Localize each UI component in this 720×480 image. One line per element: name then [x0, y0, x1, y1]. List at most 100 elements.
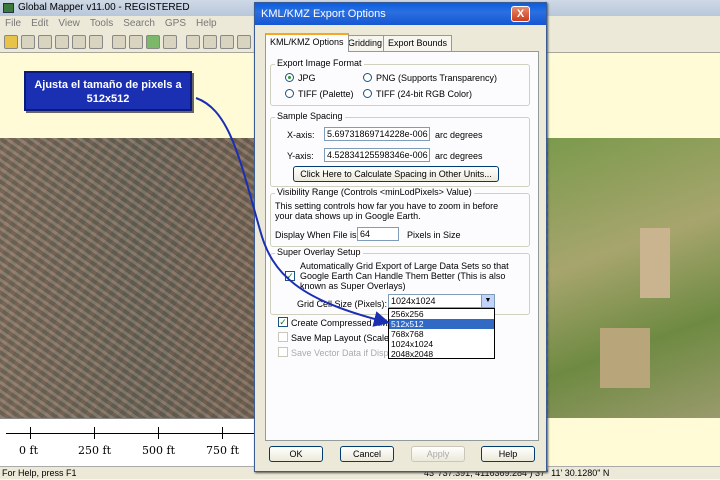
home-icon[interactable]: [186, 35, 200, 49]
menu-file[interactable]: File: [0, 16, 26, 31]
select-icon[interactable]: [203, 35, 217, 49]
group-title: Super Overlay Setup: [275, 247, 363, 257]
x-axis-input[interactable]: 5.69731869714228e-006: [324, 127, 430, 141]
zoom-full-icon[interactable]: [146, 35, 160, 49]
scale-bar: 0 ft 250 ft 500 ft 750 ft: [0, 418, 290, 466]
group-visibility-range: Visibility Range (Controls <minLodPixels…: [270, 187, 530, 247]
app-title: Global Mapper v11.00 - REGISTERED: [18, 2, 190, 13]
radio-tiff-palette[interactable]: TIFF (Palette): [285, 89, 354, 99]
dialog-title: KML/KMZ Export Options: [261, 8, 386, 20]
callout-line-1: Ajusta el tamaño de pixels a: [34, 79, 182, 91]
menu-view[interactable]: View: [53, 16, 85, 31]
open-folder-icon[interactable]: [4, 35, 18, 49]
dropdown-option[interactable]: 1024x1024: [389, 339, 494, 349]
radio-png-label: PNG (Supports Transparency): [376, 73, 498, 83]
menu-search[interactable]: Search: [118, 16, 160, 31]
create-compressed-checkbox[interactable]: ✓: [278, 317, 288, 327]
help-button[interactable]: Help: [481, 446, 535, 462]
layers-icon[interactable]: [55, 35, 69, 49]
x-axis-unit: arc degrees: [435, 130, 483, 140]
tab-gridding[interactable]: Gridding: [343, 35, 388, 51]
save-layout-checkbox[interactable]: [278, 332, 288, 342]
radio-selected-icon: [285, 73, 294, 82]
scale-tick: [30, 427, 31, 439]
map-field-patch-2: [600, 328, 650, 388]
map-field-patch: [640, 228, 670, 298]
chevron-down-icon[interactable]: ▼: [481, 295, 494, 307]
zoom-out-icon[interactable]: [129, 35, 143, 49]
y-axis-unit: arc degrees: [435, 151, 483, 161]
measure-icon[interactable]: [220, 35, 234, 49]
calculate-spacing-button[interactable]: Click Here to Calculate Spacing in Other…: [293, 166, 499, 182]
radio-tiff-palette-label: TIFF (Palette): [298, 89, 354, 99]
pixels-unit: Pixels in Size: [407, 230, 461, 240]
y-axis-label: Y-axis:: [287, 151, 314, 161]
scale-label: 500 ft: [142, 444, 175, 457]
close-icon[interactable]: X: [511, 6, 530, 22]
radio-png[interactable]: PNG (Supports Transparency): [363, 73, 497, 83]
grid-cell-size-value: 1024x1024: [391, 296, 436, 306]
super-overlay-checkbox[interactable]: ✓: [285, 271, 295, 281]
dialog-title-bar[interactable]: KML/KMZ Export Options X: [255, 3, 546, 25]
group-image-format: Export Image Format JPG PNG (Supports Tr…: [270, 58, 530, 106]
grid-cell-size-label: Grid Cell Size (Pixels):: [297, 299, 388, 309]
cancel-button[interactable]: Cancel: [340, 446, 394, 462]
group-sample-spacing: Sample Spacing X-axis: 5.69731869714228e…: [270, 111, 530, 187]
print-icon[interactable]: [38, 35, 52, 49]
config-icon[interactable]: [72, 35, 86, 49]
visibility-desc-2: your data shows up in Google Earth.: [275, 211, 421, 221]
apply-button[interactable]: Apply: [411, 446, 465, 462]
tab-export-bounds[interactable]: Export Bounds: [383, 35, 453, 51]
radio-tiff-rgb[interactable]: TIFF (24-bit RGB Color): [363, 89, 472, 99]
tools-icon[interactable]: [89, 35, 103, 49]
callout-line-2: 512x512: [86, 93, 130, 105]
save-layout-label: Save Map Layout (Scale/M: [291, 333, 400, 343]
radio-icon: [285, 89, 294, 98]
scale-tick: [222, 427, 223, 439]
radio-jpg[interactable]: JPG: [285, 73, 316, 83]
app-globe-icon: [3, 3, 14, 13]
scale-label: 0 ft: [19, 444, 38, 457]
radio-icon: [363, 73, 372, 82]
radio-icon: [363, 89, 372, 98]
radio-jpg-label: JPG: [298, 73, 316, 83]
pan-icon[interactable]: [163, 35, 177, 49]
create-compressed-label: Create Compressed KMZ F: [291, 318, 402, 328]
digitize-icon[interactable]: [237, 35, 251, 49]
scale-tick: [94, 427, 95, 439]
tab-kml-options[interactable]: KML/KMZ Options: [265, 33, 349, 52]
status-help-text: For Help, press F1: [2, 468, 77, 478]
dropdown-option[interactable]: 768x768: [389, 329, 494, 339]
y-axis-input[interactable]: 4.52834125598346e-006: [324, 148, 430, 162]
group-title: Sample Spacing: [275, 111, 345, 121]
display-when-label: Display When File is: [275, 230, 357, 240]
scale-label: 250 ft: [78, 444, 111, 457]
grid-cell-size-select[interactable]: 1024x1024 ▼: [388, 294, 495, 308]
x-axis-label: X-axis:: [287, 130, 315, 140]
save-icon[interactable]: [21, 35, 35, 49]
grid-cell-size-dropdown: 256x256 512x512 768x768 1024x1024 2048x2…: [388, 308, 495, 359]
zoom-in-icon[interactable]: [112, 35, 126, 49]
scale-tick: [158, 427, 159, 439]
group-title: Export Image Format: [275, 58, 364, 68]
group-title: Visibility Range (Controls <minLodPixels…: [275, 187, 474, 197]
annotation-callout: Ajusta el tamaño de pixels a 512x512: [24, 71, 192, 111]
kml-export-dialog: KML/KMZ Export Options X KML/KMZ Options…: [254, 2, 547, 472]
menu-tools[interactable]: Tools: [85, 16, 118, 31]
menu-help[interactable]: Help: [191, 16, 222, 31]
dropdown-option[interactable]: 2048x2048: [389, 349, 494, 359]
visibility-desc-1: This setting controls how far you have t…: [275, 201, 499, 211]
save-vector-checkbox[interactable]: [278, 347, 288, 357]
super-overlay-line-1: Automatically Grid Export of Large Data …: [300, 261, 509, 271]
super-overlay-line-3: known as Super Overlays): [300, 281, 406, 291]
ok-button[interactable]: OK: [269, 446, 323, 462]
menu-edit[interactable]: Edit: [26, 16, 53, 31]
dropdown-option-selected[interactable]: 512x512: [389, 319, 494, 329]
menu-gps[interactable]: GPS: [160, 16, 191, 31]
dropdown-option[interactable]: 256x256: [389, 309, 494, 319]
scale-line: [6, 433, 282, 434]
min-lod-pixels-input[interactable]: 64: [357, 227, 399, 241]
super-overlay-line-2: Google Earth Can Handle Them Better (Thi…: [300, 271, 506, 281]
scale-label: 750 ft: [206, 444, 239, 457]
radio-tiff-rgb-label: TIFF (24-bit RGB Color): [376, 89, 473, 99]
